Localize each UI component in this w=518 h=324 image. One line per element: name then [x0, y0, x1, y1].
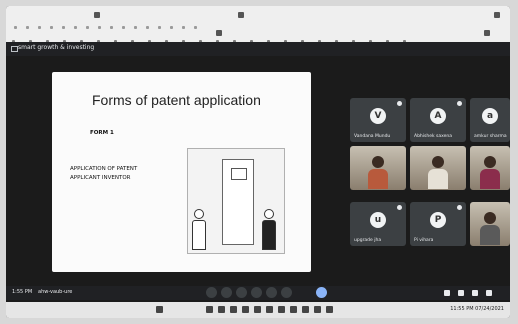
- door-illustration: [222, 159, 254, 245]
- participant-video: [368, 156, 388, 190]
- slide-line: APPLICANT INVENTOR: [70, 175, 131, 181]
- meeting-title: smart growth & investing: [18, 44, 95, 51]
- system-clock: 11:55 PM 07/24/2021: [450, 306, 504, 312]
- participant-name: Pi vihara: [414, 238, 434, 243]
- participant-tile[interactable]: P Pi vihara: [410, 202, 466, 246]
- info-icon[interactable]: [444, 290, 450, 296]
- more-options-button[interactable]: [281, 287, 292, 298]
- person-illustration: [192, 209, 206, 250]
- avatar: u: [370, 212, 386, 228]
- avatar: a: [482, 108, 498, 124]
- participant-tile[interactable]: a amkur sharma: [470, 98, 510, 142]
- end-call-button[interactable]: [316, 287, 327, 298]
- participant-tile[interactable]: A Abhishek saxena: [410, 98, 466, 142]
- participant-video: [428, 156, 448, 190]
- activities-icon[interactable]: [486, 290, 492, 296]
- address-bar-icon[interactable]: [216, 30, 222, 36]
- mic-off-icon: [397, 205, 402, 210]
- participant-name: Abhishek saxena: [414, 134, 453, 139]
- meet-header: smart growth & investing: [6, 42, 510, 56]
- raise-hand-button[interactable]: [251, 287, 262, 298]
- taskbar-app-icon[interactable]: [302, 306, 309, 313]
- participant-video-tile[interactable]: [470, 146, 510, 190]
- taskbar-app-icon[interactable]: [206, 306, 213, 313]
- browser-tab-icon[interactable]: [94, 12, 100, 18]
- start-icon[interactable]: [156, 306, 163, 313]
- taskbar-app-icon[interactable]: [242, 306, 249, 313]
- participant-video-tile[interactable]: [350, 146, 406, 190]
- participant-tile[interactable]: u upgrade jha: [350, 202, 406, 246]
- participant-tile[interactable]: V Vandana Mundu: [350, 98, 406, 142]
- people-icon[interactable]: [458, 290, 464, 296]
- slide-title: Forms of patent application: [92, 92, 261, 108]
- taskbar-app-icon[interactable]: [290, 306, 297, 313]
- chat-icon[interactable]: [472, 290, 478, 296]
- mic-button[interactable]: [206, 287, 217, 298]
- window-close-icon[interactable]: [494, 12, 500, 18]
- slide-cartoon-image: [187, 148, 285, 254]
- present-button[interactable]: [266, 287, 277, 298]
- mic-off-icon: [397, 101, 402, 106]
- os-taskbar: 11:55 PM 07/24/2021: [6, 302, 510, 318]
- participant-video-tile[interactable]: [470, 202, 510, 246]
- presentation-slide: Forms of patent application FORM 1 APPLI…: [52, 72, 311, 272]
- meeting-time: 1:55 PM: [12, 289, 33, 295]
- avatar: P: [430, 212, 446, 228]
- participant-video-tile[interactable]: [410, 146, 466, 190]
- meet-control-bar: 1:55 PM ahw-vaub-ure: [6, 286, 510, 300]
- camera-button[interactable]: [221, 287, 232, 298]
- slide-form-label: FORM 1: [90, 130, 114, 136]
- captions-button[interactable]: [236, 287, 247, 298]
- avatar: V: [370, 108, 386, 124]
- taskbar-app-icon[interactable]: [278, 306, 285, 313]
- participant-name: amkur sharma: [474, 134, 507, 139]
- browser-tab-icon[interactable]: [238, 12, 244, 18]
- mic-off-icon: [457, 205, 462, 210]
- avatar: A: [430, 108, 446, 124]
- taskbar-app-icon[interactable]: [218, 306, 225, 313]
- meeting-code: ahw-vaub-ure: [38, 289, 73, 295]
- taskbar-app-icon[interactable]: [314, 306, 321, 313]
- bookmarks-bar[interactable]: [12, 28, 502, 43]
- taskbar-app-icon[interactable]: [266, 306, 273, 313]
- slide-application-text: APPLICATION OF PATENT APPLICANT INVENTOR: [70, 165, 180, 183]
- taskbar-app-icon[interactable]: [254, 306, 261, 313]
- participant-name: upgrade jha: [354, 238, 382, 243]
- person-illustration: [262, 209, 276, 250]
- tab-strip[interactable]: [14, 14, 206, 29]
- participant-video: [480, 212, 500, 246]
- slide-line: APPLICATION OF PATENT: [70, 166, 138, 172]
- profile-icon[interactable]: [484, 30, 490, 36]
- screen: smart growth & investing Forms of patent…: [6, 6, 510, 318]
- participant-video: [480, 156, 500, 190]
- camera-icon: [11, 46, 18, 52]
- browser-chrome: [6, 6, 510, 43]
- taskbar-app-icon[interactable]: [230, 306, 237, 313]
- mic-off-icon: [457, 101, 462, 106]
- participant-name: Vandana Mundu: [354, 134, 391, 139]
- taskbar-app-icon[interactable]: [326, 306, 333, 313]
